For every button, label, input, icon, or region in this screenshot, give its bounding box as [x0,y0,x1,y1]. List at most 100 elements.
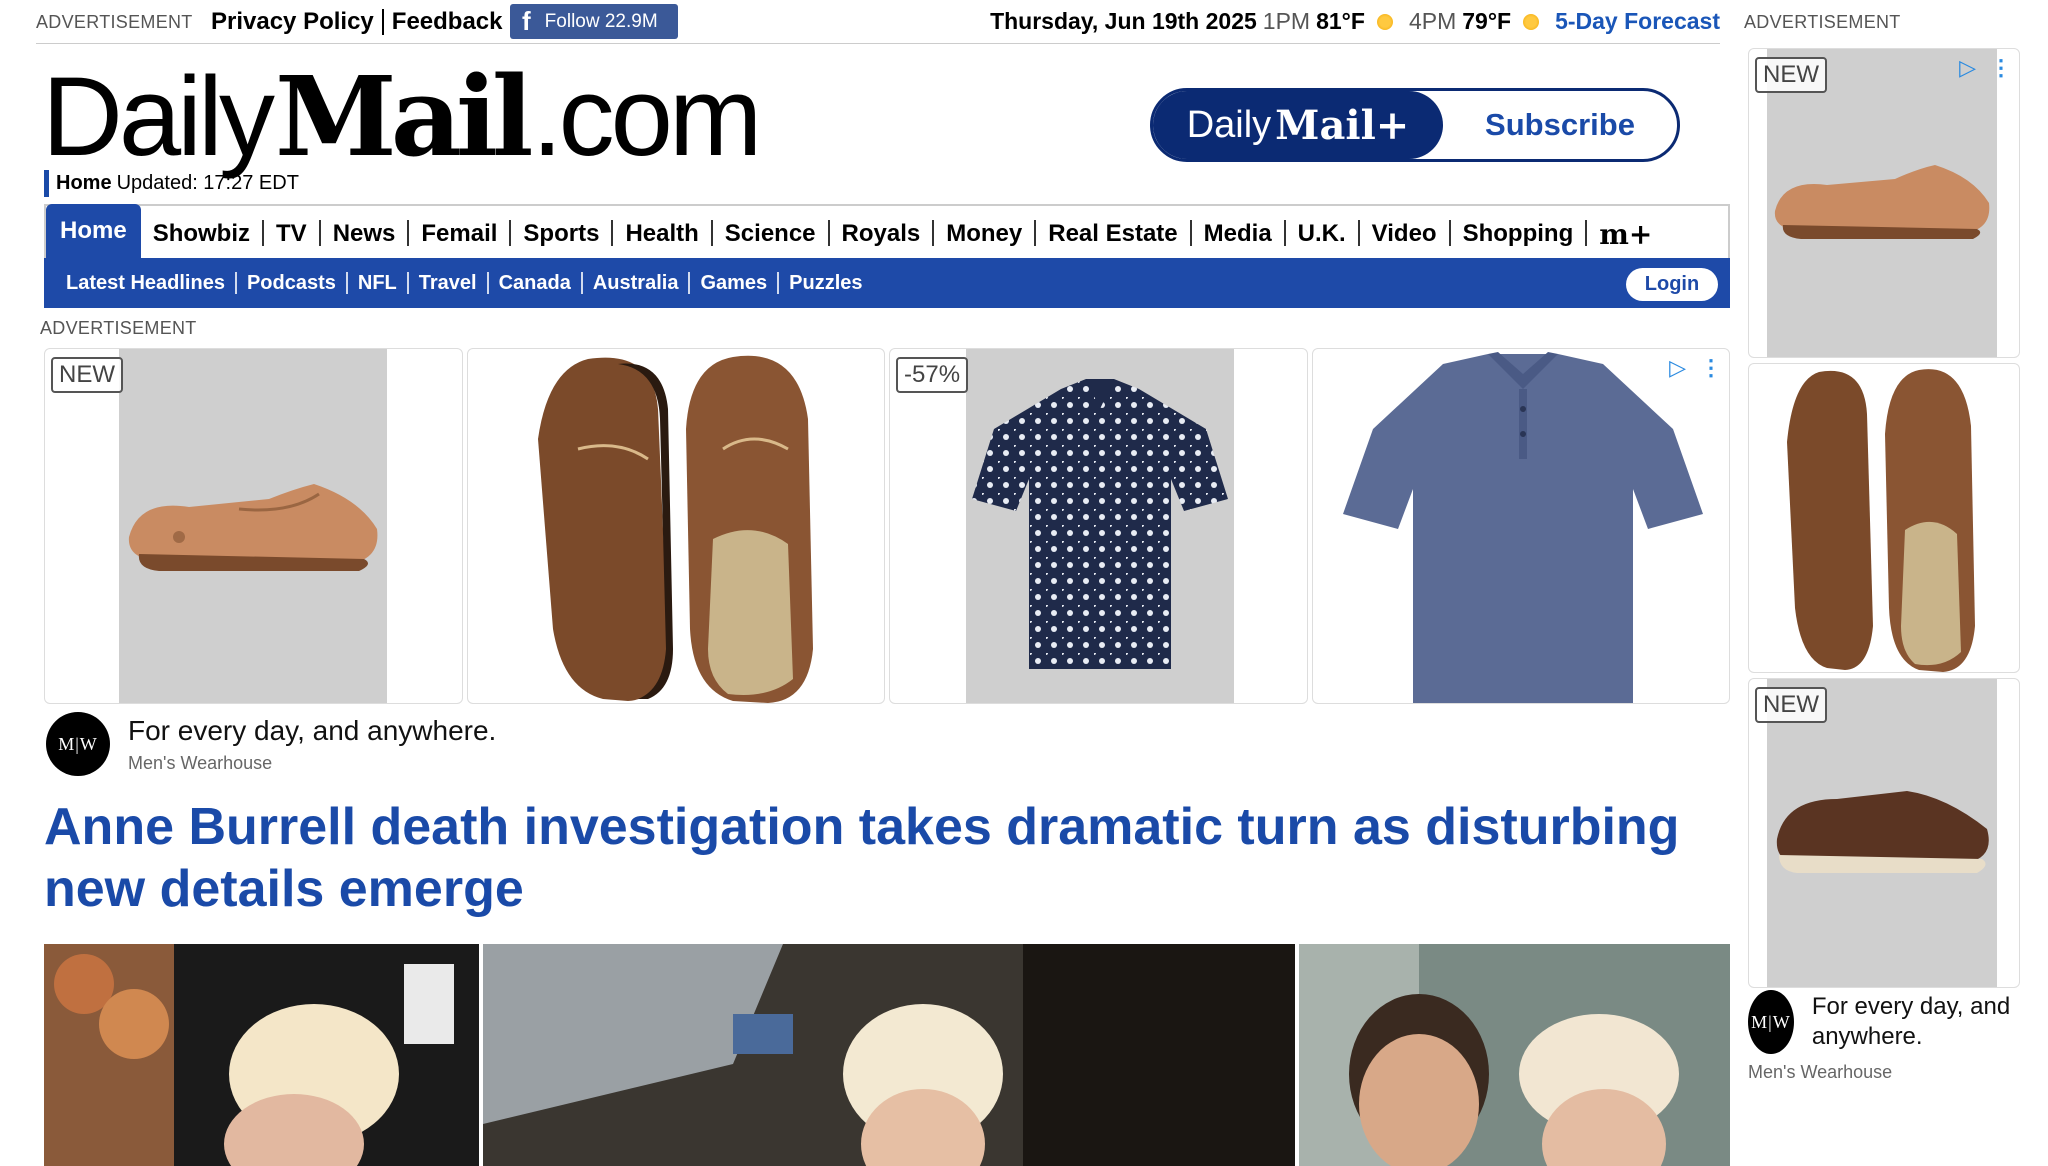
subnav-item-puzzles[interactable]: Puzzles [779,272,872,295]
ad-advertiser-line[interactable]: M|W For every day, and anywhere. Men's W… [46,712,496,776]
ad-strip-label: ADVERTISEMENT [40,318,197,338]
ad-label: ADVERTISEMENT [36,12,193,32]
subnav-item-games[interactable]: Games [690,272,777,295]
rail-ad-loafer[interactable]: NEW ▷ ⋮ [1748,48,2020,358]
nav-item-media[interactable]: Media [1192,210,1284,258]
rail-ad-boat-shoes[interactable] [1748,363,2020,673]
photo-chef-image [482,944,1296,1166]
section-name: Home [56,172,112,194]
privacy-policy-link[interactable]: Privacy Policy [211,8,374,36]
primary-nav: Home Showbiz TV News Femail Sports Health Scien… [44,204,1730,258]
adchoices-icon[interactable]: ▷ [1669,355,1686,381]
dailymail-plus-brand: Daily Mail+ [1153,91,1443,159]
ad-choices[interactable]: ▷ ⋮ [1959,55,2012,81]
subscribe-button[interactable]: Subscribe [1443,91,1677,159]
subnav-divider [234,272,237,294]
new-badge: NEW [51,357,123,393]
subnav-divider [777,272,780,294]
right-rail-ad: NEW ▷ ⋮ NEW [1748,48,2020,993]
five-day-forecast-link[interactable]: 5-Day Forecast [1555,8,1720,35]
sun-icon [1523,13,1540,30]
product-image [119,349,387,703]
subnav-item-australia[interactable]: Australia [583,272,689,295]
subnav-item-podcasts[interactable]: Podcasts [237,272,346,295]
lead-photo-2[interactable] [482,944,1296,1166]
facebook-follow-button[interactable]: f Follow 22.9M [510,4,678,39]
ad-menu-icon[interactable]: ⋮ [1700,355,1722,381]
ad-menu-icon[interactable]: ⋮ [1990,55,2012,81]
facebook-icon: f [522,6,531,36]
ad-product-polo-shirt[interactable]: ▷ ⋮ [1311,348,1730,704]
adchoices-icon[interactable]: ▷ [1959,55,1976,81]
new-badge: NEW [1755,687,1827,723]
ad-product-print-shirt[interactable]: -57% [889,348,1308,704]
ad-tagline: For every day, and anywhere. [128,714,497,746]
nav-item-health[interactable]: Health [613,210,710,258]
product-image [966,349,1234,703]
subnav-item-canada[interactable]: Canada [489,272,581,295]
divider [381,9,384,35]
logo-com: .com [531,54,763,179]
nav-item-showbiz[interactable]: Showbiz [141,210,262,258]
nav-item-royals[interactable]: Royals [830,210,933,258]
boat-shoes-image [1787,369,1975,672]
subnav-item-travel[interactable]: Travel [409,272,487,295]
nav-item-money[interactable]: Money [934,210,1034,258]
feedback-link[interactable]: Feedback [392,8,503,36]
advertiser-logo: M|W [46,712,110,776]
rail-ad-oxford[interactable]: NEW [1748,678,2020,988]
utility-links: Privacy Policy Feedback [211,8,503,36]
top-bar: ADVERTISEMENT Privacy Policy Feedback f … [36,0,1720,44]
rail-advertiser-name: Men's Wearhouse [1748,1062,1893,1082]
ad-product-loafer[interactable]: NEW [44,348,463,704]
nav-item-real-estate[interactable]: Real Estate [1036,210,1189,258]
photo-person-image [44,944,479,1166]
nav-item-femail[interactable]: Femail [409,210,509,258]
logo-mail: Mail [274,52,534,181]
subnav-divider [345,272,348,294]
lead-photo-3[interactable] [1299,944,1730,1166]
rail-advertiser-line[interactable]: M|W For every day, and anywhere. [1748,990,2038,1054]
advertiser-name: Men's Wearhouse [128,752,273,773]
login-button[interactable]: Login [1626,268,1718,301]
nav-item-video[interactable]: Video [1360,210,1449,258]
nav-item-tv[interactable]: TV [264,210,319,258]
ad-product-boat-shoes[interactable] [466,348,885,704]
nav-item-u-k[interactable]: U.K. [1286,210,1358,258]
subnav-item-nfl[interactable]: NFL [348,272,407,295]
lead-headline[interactable]: Anne Burrell death investigation takes d… [44,796,1744,920]
secondary-nav: Latest Headlines Podcasts NFL Travel Canada A… [44,258,1730,308]
weather-time-1: 1PM [1262,8,1311,34]
loafer-shoe-image [1774,165,1990,239]
nav-item-m[interactable]: m+ [1587,210,1664,258]
weather-temp-2: 79°F [1462,8,1512,34]
boat-shoes-image [537,355,813,703]
oxford-shoe-image [1776,791,1989,873]
product-ad-strip: NEW -57% ▷ ⋮ [44,348,1730,704]
lead-photo-1[interactable] [44,944,479,1166]
facebook-follow-label: Follow 22.9M [544,10,658,32]
sun-icon [1376,13,1393,30]
advertiser-logo: M|W [1748,990,1794,1054]
ad-choices[interactable]: ▷ ⋮ [1669,355,1722,381]
weather-time-2: 4PM [1408,8,1457,34]
site-logo[interactable]: Daily Mail .com [42,52,762,181]
subnav-divider [486,272,489,294]
rail-ad-label: ADVERTISEMENT [1744,12,1901,32]
nav-item-shopping[interactable]: Shopping [1451,210,1586,258]
nav-item-sports[interactable]: Sports [511,210,611,258]
lead-photo-strip[interactable] [44,944,1730,1166]
product-image [1767,49,1997,357]
photo-couple-image [1299,944,1730,1166]
loafer-shoe-image [128,484,378,571]
print-shirt-image [972,379,1228,669]
nav-item-news[interactable]: News [321,210,408,258]
nav-item-home[interactable]: Home [46,204,141,258]
subnav-item-latest-headlines[interactable]: Latest Headlines [56,272,235,295]
nav-item-science[interactable]: Science [713,210,828,258]
updated-time: Updated: 17:27 EDT [116,172,299,194]
updated-line: Home Updated: 17:27 EDT [44,170,299,197]
product-image [1767,679,1997,987]
subscribe-pill[interactable]: Daily Mail+ Subscribe [1150,88,1680,162]
current-date: Thursday, Jun 19th 2025 [990,8,1257,34]
